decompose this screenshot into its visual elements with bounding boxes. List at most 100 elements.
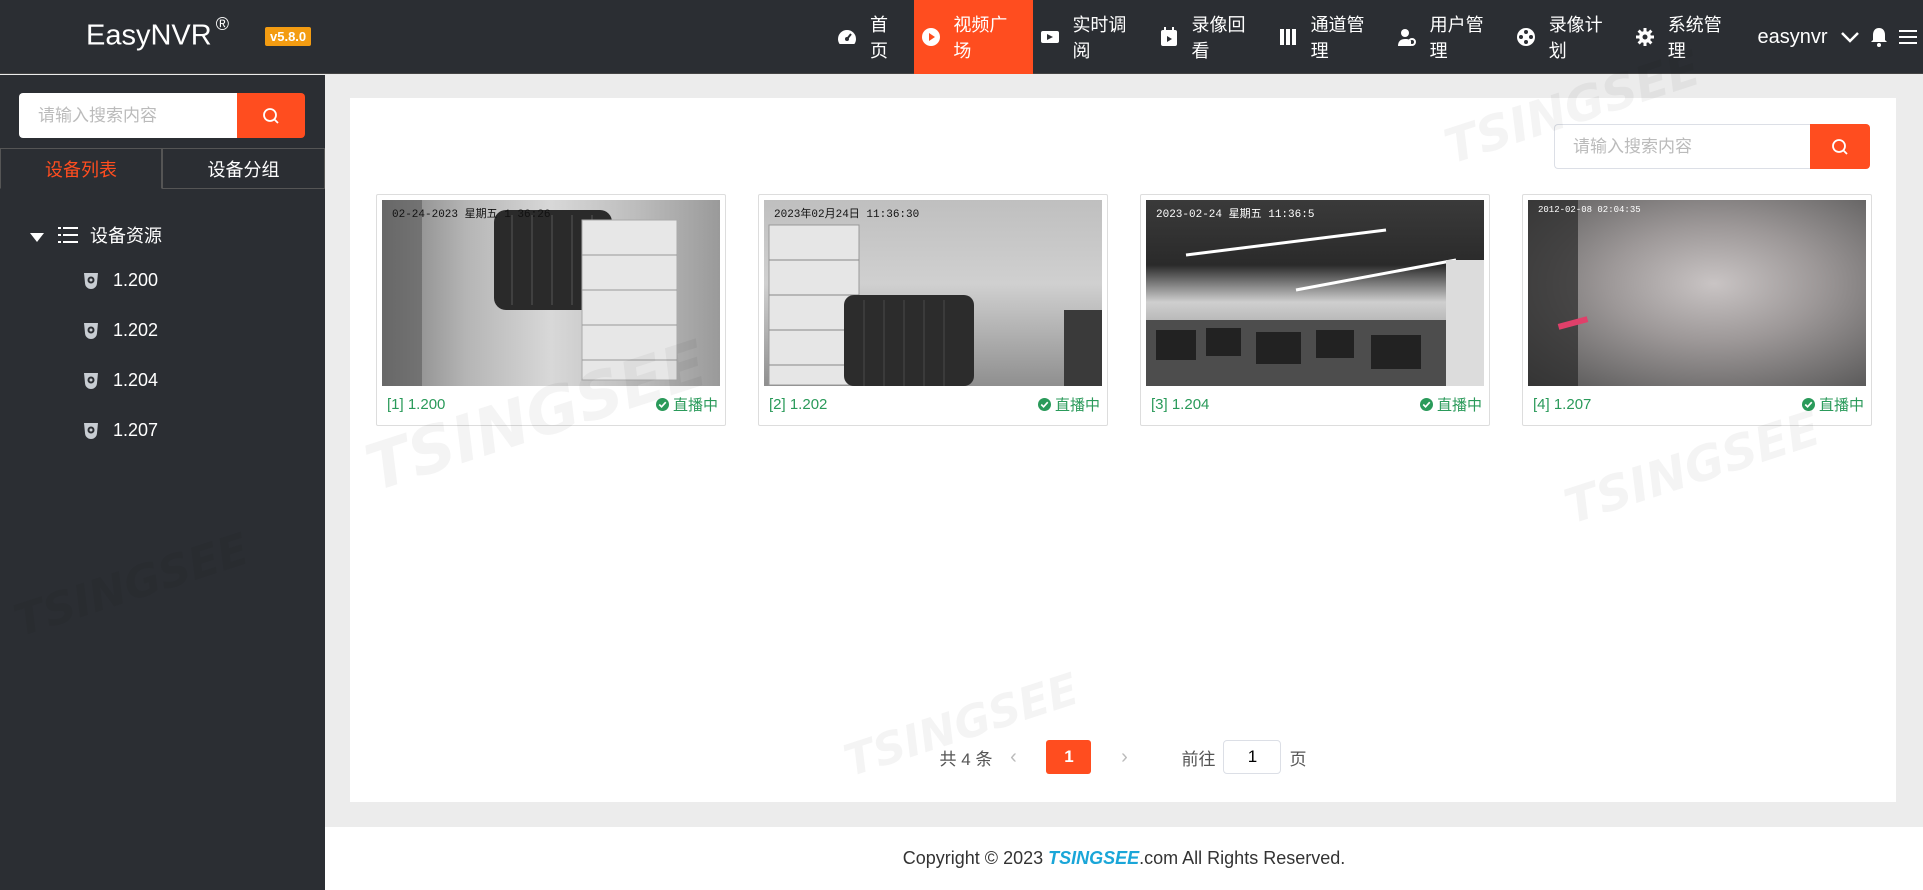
sidebar-search-input[interactable] bbox=[19, 93, 237, 138]
main-nav: 首页 视频广场 实时调阅 录像回看 通道管理 用户管理 录像计划 系统管理 ea… bbox=[830, 0, 1923, 74]
card-title: [4] 1.207 bbox=[1533, 395, 1592, 413]
card-footer: [1] 1.200 直播中 bbox=[382, 386, 720, 422]
blurred-scene bbox=[1528, 200, 1589, 386]
video-timestamp: 02-24-2023 星期五 1 36:26 bbox=[392, 209, 551, 221]
nav-live-view-label: 实时调阅 bbox=[1072, 15, 1127, 61]
username[interactable]: easynvr bbox=[1748, 26, 1836, 49]
brand-name: EasyNVR bbox=[86, 19, 212, 52]
nav-user-manage[interactable]: 用户管理 bbox=[1390, 0, 1509, 74]
nav-record-plan-label: 录像计划 bbox=[1548, 15, 1603, 61]
nav-home[interactable]: 首页 bbox=[830, 0, 914, 74]
video-thumbnail[interactable]: 2012-02-08 02:04:35 bbox=[1528, 200, 1866, 386]
video-square-panel: 02-24-2023 星期五 1 36:26 [1] 1.200 直播中 bbox=[350, 98, 1896, 802]
goto-suffix: 页 bbox=[1289, 749, 1307, 769]
office-room-scene bbox=[1146, 228, 1484, 386]
nav-system-manage-label: 系统管理 bbox=[1667, 15, 1722, 61]
nav-playback-label: 录像回看 bbox=[1191, 15, 1246, 61]
live-status-label: 直播中 bbox=[1054, 396, 1100, 414]
nav-system-manage[interactable]: 系统管理 bbox=[1628, 0, 1747, 74]
user-menu-toggle[interactable] bbox=[1836, 0, 1865, 74]
video-grid: 02-24-2023 星期五 1 36:26 [1] 1.200 直播中 202… bbox=[376, 194, 1872, 426]
tree-item-label: 1.204 bbox=[113, 369, 159, 390]
chevron-down-icon bbox=[1841, 32, 1859, 43]
nav-live-view[interactable]: 实时调阅 bbox=[1033, 0, 1152, 74]
tree-item-device[interactable]: 1.207 bbox=[0, 405, 325, 455]
video-thumbnail[interactable]: 02-24-2023 星期五 1 36:26 bbox=[382, 200, 720, 386]
nav-channel-manage[interactable]: 通道管理 bbox=[1271, 0, 1390, 74]
tree-item-label: 1.200 bbox=[113, 269, 159, 290]
goto-page-input[interactable] bbox=[1223, 740, 1282, 774]
video-card[interactable]: 02-24-2023 星期五 1 36:26 [1] 1.200 直播中 bbox=[376, 194, 726, 426]
play-circle-icon bbox=[920, 26, 941, 48]
device-tree: 设备资源 1.200 1.202 1.204 1.207 bbox=[0, 215, 325, 455]
main-search bbox=[1554, 124, 1870, 169]
next-page-button[interactable]: › bbox=[1103, 746, 1145, 769]
live-status: 直播中 bbox=[655, 394, 718, 415]
film-reel-icon bbox=[1515, 26, 1536, 48]
live-status-label: 直播中 bbox=[1436, 396, 1482, 414]
tree-item-label: 1.202 bbox=[113, 319, 159, 340]
tree-item-device[interactable]: 1.200 bbox=[0, 255, 325, 305]
notifications-button[interactable] bbox=[1865, 0, 1894, 74]
search-icon bbox=[1832, 138, 1848, 155]
nav-playback[interactable]: 录像回看 bbox=[1152, 0, 1271, 74]
tree-root-label: 设备资源 bbox=[90, 226, 162, 246]
live-status: 直播中 bbox=[1037, 394, 1100, 415]
bell-icon bbox=[1871, 28, 1888, 47]
video-thumbnail[interactable]: 2023年02月24日 11:36:30 bbox=[764, 200, 1102, 386]
card-title: [1] 1.200 bbox=[387, 395, 446, 413]
live-status-label: 直播中 bbox=[672, 396, 718, 414]
nav-video-square[interactable]: 视频广场 bbox=[914, 0, 1034, 74]
menu-button[interactable] bbox=[1894, 0, 1923, 74]
version-badge: v5.8.0 bbox=[265, 27, 312, 46]
tree-item-label: 1.207 bbox=[113, 419, 159, 440]
tab-device-list[interactable]: 设备列表 bbox=[0, 148, 162, 189]
tab-device-group[interactable]: 设备分组 bbox=[162, 148, 325, 189]
video-card[interactable]: 2023年02月24日 11:36:30 [2] 1.202 直播中 bbox=[758, 194, 1108, 426]
video-card[interactable]: 2023-02-24 星期五 11:36:5 [3] 1.204 直播中 bbox=[1140, 194, 1490, 426]
check-circle-icon bbox=[1801, 397, 1815, 411]
prev-page-button[interactable]: ‹ bbox=[992, 746, 1034, 769]
camera-icon bbox=[84, 373, 98, 389]
tree-root[interactable]: 设备资源 bbox=[0, 215, 325, 255]
hamburger-icon bbox=[1899, 30, 1918, 44]
page-number-current[interactable]: 1 bbox=[1046, 740, 1092, 774]
office-chair-scene bbox=[382, 200, 678, 386]
sidebar: 设备列表 设备分组 设备资源 1.200 1.202 1.204 1.207 bbox=[0, 75, 325, 890]
goto-prefix: 前往 bbox=[1181, 749, 1216, 769]
card-footer: [2] 1.202 直播中 bbox=[764, 386, 1102, 422]
main-search-input[interactable] bbox=[1554, 124, 1810, 169]
copyright-text: Copyright © 2023 bbox=[902, 848, 1044, 868]
nav-record-plan[interactable]: 录像计划 bbox=[1509, 0, 1628, 74]
tree-item-device[interactable]: 1.202 bbox=[0, 305, 325, 355]
page-jumper: 前往 页 bbox=[1181, 740, 1306, 774]
sidebar-search-button[interactable] bbox=[237, 93, 305, 138]
video-card[interactable]: 2012-02-08 02:04:35 [4] 1.207 直播中 bbox=[1522, 194, 1872, 426]
camera-icon bbox=[84, 323, 98, 339]
search-icon bbox=[263, 107, 279, 124]
office-chair-scene bbox=[768, 224, 1102, 386]
top-header: EasyNVR ® v5.8.0 首页 视频广场 实时调阅 录像回看 通道管理 … bbox=[0, 0, 1923, 74]
caret-down-icon bbox=[30, 233, 44, 242]
camera-icon bbox=[84, 423, 98, 439]
video-thumbnail[interactable]: 2023-02-24 星期五 11:36:5 bbox=[1146, 200, 1484, 386]
columns-icon bbox=[1277, 26, 1298, 48]
video-timestamp: 2012-02-08 02:04:35 bbox=[1538, 205, 1641, 215]
sidebar-tabs: 设备列表 设备分组 bbox=[0, 148, 325, 189]
main-search-button[interactable] bbox=[1810, 124, 1870, 169]
registered-mark: ® bbox=[215, 14, 229, 34]
page-footer: Copyright © 2023 TSINGSEE .com All Rights… bbox=[325, 827, 1923, 890]
user-gear-icon bbox=[1396, 26, 1417, 48]
pagination: 共 4 条 ‹ 1 › 前往 页 bbox=[350, 740, 1896, 774]
card-title: [2] 1.202 bbox=[769, 395, 828, 413]
card-footer: [3] 1.204 直播中 bbox=[1146, 386, 1484, 422]
nav-video-square-label: 视频广场 bbox=[953, 15, 1008, 61]
nav-channel-manage-label: 通道管理 bbox=[1310, 15, 1365, 61]
footer-brand-logo: TSINGSEE bbox=[1048, 848, 1140, 868]
tree-item-device[interactable]: 1.204 bbox=[0, 355, 325, 405]
brand-logo[interactable]: EasyNVR ® bbox=[86, 14, 229, 53]
live-status: 直播中 bbox=[1801, 394, 1864, 415]
footer-suffix: .com All Rights Reserved. bbox=[1139, 848, 1346, 868]
live-status-label: 直播中 bbox=[1818, 396, 1864, 414]
list-icon bbox=[58, 227, 78, 243]
